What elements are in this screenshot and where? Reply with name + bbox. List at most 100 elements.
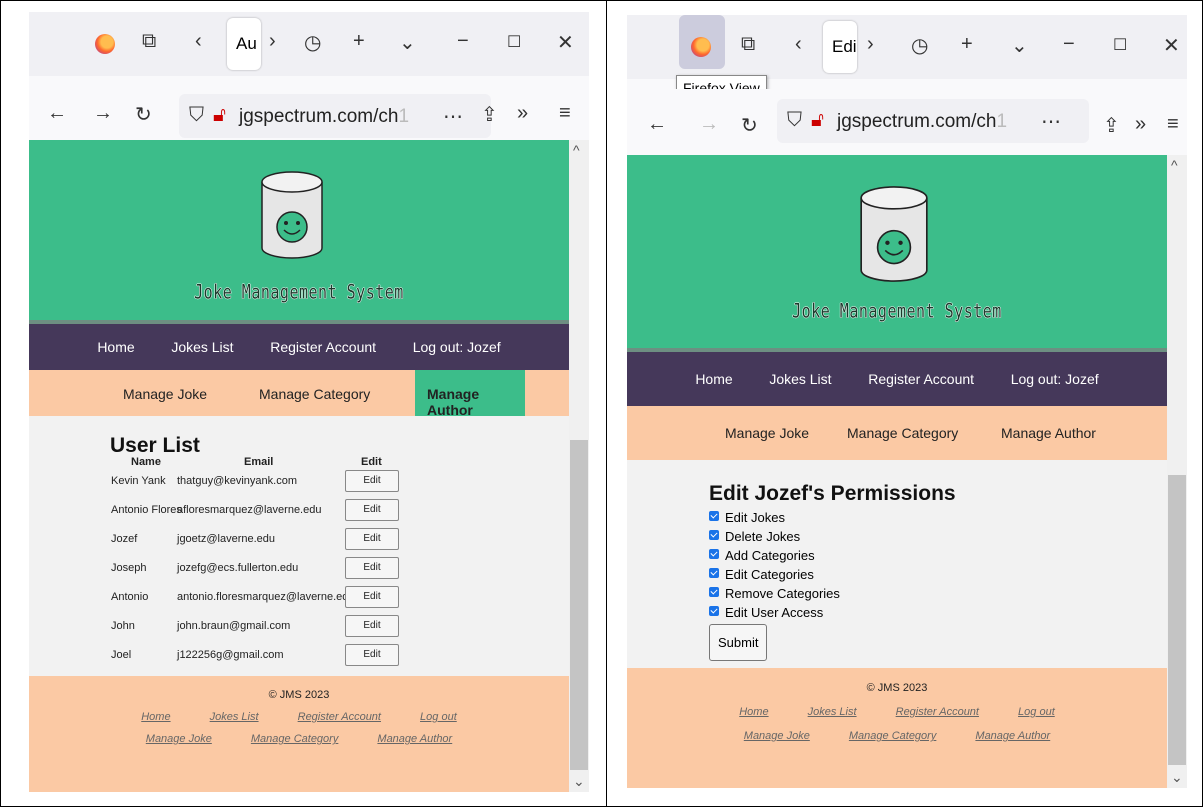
scrollbar-thumb[interactable] (570, 440, 588, 770)
shield-icon[interactable]: ⛉ (189, 104, 204, 127)
history-icon[interactable]: ◷ (911, 33, 928, 58)
nav-register-account[interactable]: Register Account (868, 371, 974, 387)
scroll-tabs-right-icon[interactable]: › (269, 30, 276, 53)
active-tab[interactable]: Edi (823, 21, 857, 73)
maximize-icon[interactable]: ☐ (1113, 35, 1127, 55)
scroll-tabs-left-icon[interactable]: ‹ (195, 30, 202, 53)
subnav-manage-joke[interactable]: Manage Joke (105, 370, 241, 416)
user-email: afloresmarquez@laverne.edu (177, 504, 322, 516)
footer-link-register-account[interactable]: Register Account (298, 711, 381, 723)
menu-icon[interactable]: ≡ (559, 102, 571, 125)
list-all-tabs-icon[interactable]: ⌄ (1011, 33, 1028, 58)
subnav-manage-author[interactable]: Manage Author (989, 406, 1109, 460)
active-tab[interactable]: Au (227, 18, 261, 70)
new-tab-icon[interactable]: + (961, 33, 973, 56)
reload-icon[interactable]: ↻ (741, 113, 758, 138)
checkbox-checked-icon[interactable] (709, 529, 719, 540)
new-tab-icon[interactable]: + (353, 30, 365, 53)
footer-link-log-out[interactable]: Log out (1018, 706, 1055, 718)
insecure-lock-icon[interactable]: 🔓︎ (811, 109, 824, 132)
overflow-icon[interactable]: » (1135, 113, 1146, 136)
overflow-icon[interactable]: » (517, 102, 528, 125)
footer-link-manage-category[interactable]: Manage Category (251, 733, 338, 745)
edit-button[interactable]: Edit (345, 528, 399, 550)
footer-link-manage-author[interactable]: Manage Author (975, 730, 1050, 742)
page-actions-icon[interactable]: ⋯ (1041, 109, 1061, 134)
maximize-icon[interactable]: ☐ (507, 32, 521, 52)
checkbox-checked-icon[interactable] (709, 548, 719, 559)
nav-log-out[interactable]: Log out: Jozef (1011, 371, 1099, 387)
scroll-down-arrow-icon[interactable]: ⌄ (1171, 769, 1183, 786)
nav-home[interactable]: Home (695, 371, 732, 387)
scroll-up-arrow-icon[interactable]: ^ (1171, 157, 1178, 173)
footer-link-manage-author[interactable]: Manage Author (377, 733, 452, 745)
permission-item[interactable]: Edit Jokes (709, 508, 1167, 527)
nav-register-account[interactable]: Register Account (270, 339, 376, 355)
history-icon[interactable]: ◷ (304, 30, 321, 55)
checkbox-checked-icon[interactable] (709, 586, 719, 597)
close-icon[interactable]: ✕ (557, 30, 574, 55)
minimize-icon[interactable]: − (1063, 33, 1075, 56)
menu-icon[interactable]: ≡ (1167, 113, 1179, 136)
scroll-up-arrow-icon[interactable]: ^ (573, 142, 580, 158)
checkbox-checked-icon[interactable] (709, 567, 719, 578)
page-actions-icon[interactable]: ⋯ (443, 104, 463, 129)
edit-button[interactable]: Edit (345, 499, 399, 521)
submit-button[interactable]: Submit (709, 624, 768, 661)
nav-jokes-list[interactable]: Jokes List (769, 371, 831, 387)
subnav-manage-category[interactable]: Manage Category (829, 406, 989, 460)
permission-item[interactable]: Delete Jokes (709, 527, 1167, 546)
permission-item[interactable]: Add Categories (709, 546, 1167, 565)
permission-item[interactable]: Edit Categories (709, 565, 1167, 584)
firefox-icon[interactable] (95, 34, 115, 54)
share-icon[interactable]: ⇪ (481, 102, 498, 127)
edit-button[interactable]: Edit (345, 615, 399, 637)
forward-icon[interactable]: → (699, 113, 719, 136)
checkbox-checked-icon[interactable] (709, 605, 719, 616)
forward-icon[interactable]: → (93, 102, 113, 125)
footer-link-manage-joke[interactable]: Manage Joke (744, 730, 810, 742)
subnav-manage-category[interactable]: Manage Category (241, 370, 415, 416)
shield-icon[interactable]: ⛉ (787, 109, 802, 132)
nav-home[interactable]: Home (97, 339, 134, 355)
edit-button[interactable]: Edit (345, 470, 399, 492)
footer-link-jokes-list[interactable]: Jokes List (210, 711, 259, 723)
close-icon[interactable]: ✕ (1163, 33, 1180, 58)
nav-log-out[interactable]: Log out: Jozef (413, 339, 501, 355)
list-all-tabs-icon[interactable]: ⌄ (399, 30, 416, 55)
url-bar[interactable]: ⛉ 🔓︎ jgspectrum.com/ch1 ⋯ (179, 94, 491, 138)
tab-list-icon[interactable]: ⧉ (142, 30, 156, 53)
tab-list-icon[interactable]: ⧉ (741, 33, 755, 56)
scrollbar-thumb[interactable] (1168, 475, 1186, 765)
nav-jokes-list[interactable]: Jokes List (171, 339, 233, 355)
insecure-lock-icon[interactable]: 🔓︎ (213, 104, 226, 127)
share-icon[interactable]: ⇪ (1103, 113, 1120, 138)
footer-link-log-out[interactable]: Log out (420, 711, 457, 723)
page-viewport: Joke Management System Home Jokes List R… (627, 155, 1187, 788)
footer-link-home[interactable]: Home (739, 706, 768, 718)
subnav-manage-joke[interactable]: Manage Joke (707, 406, 829, 460)
checkbox-checked-icon[interactable] (709, 510, 719, 521)
url-bar[interactable]: ⛉ 🔓︎ jgspectrum.com/ch1 ⋯ (777, 99, 1089, 143)
edit-button[interactable]: Edit (345, 644, 399, 666)
scroll-down-arrow-icon[interactable]: ⌄ (573, 773, 585, 790)
permission-item[interactable]: Edit User Access (709, 603, 1167, 622)
subnav-manage-author[interactable]: Manage Author (415, 370, 525, 418)
back-icon[interactable]: ← (647, 113, 667, 136)
reload-icon[interactable]: ↻ (135, 102, 152, 127)
firefox-icon[interactable] (691, 37, 711, 57)
vertical-scrollbar[interactable]: ^ ⌄ (569, 140, 589, 792)
edit-button[interactable]: Edit (345, 557, 399, 579)
vertical-scrollbar[interactable]: ^ ⌄ (1167, 155, 1187, 788)
footer-link-register-account[interactable]: Register Account (896, 706, 979, 718)
permission-item[interactable]: Remove Categories (709, 584, 1167, 603)
minimize-icon[interactable]: − (457, 30, 469, 53)
footer-link-jokes-list[interactable]: Jokes List (808, 706, 857, 718)
footer-link-manage-joke[interactable]: Manage Joke (146, 733, 212, 745)
edit-button[interactable]: Edit (345, 586, 399, 608)
footer-link-home[interactable]: Home (141, 711, 170, 723)
footer-link-manage-category[interactable]: Manage Category (849, 730, 936, 742)
scroll-tabs-left-icon[interactable]: ‹ (795, 33, 802, 56)
back-icon[interactable]: ← (47, 102, 67, 125)
scroll-tabs-right-icon[interactable]: › (867, 33, 874, 56)
